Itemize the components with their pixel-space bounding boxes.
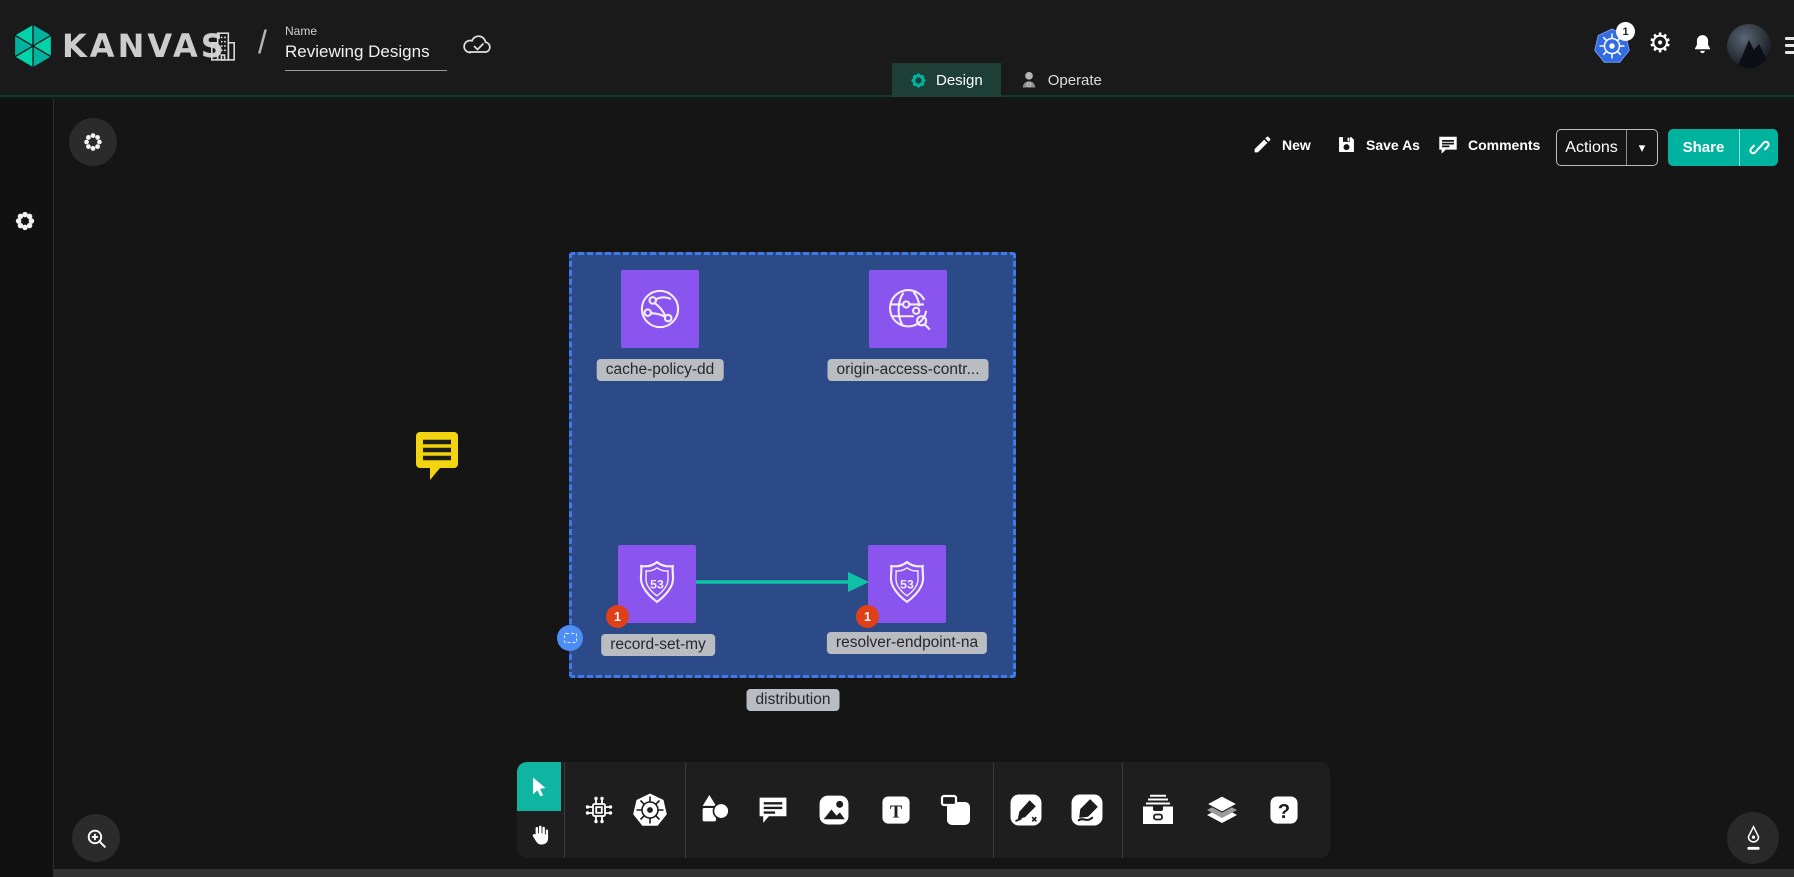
toolbar-divider xyxy=(1122,762,1123,858)
mode-tabs: Design Operate xyxy=(892,63,1120,97)
dashed-rect-icon xyxy=(564,633,577,643)
window-bottom-strip xyxy=(0,869,1794,877)
toolbar-divider xyxy=(993,762,994,858)
save-as-button[interactable]: Save As xyxy=(1336,134,1420,155)
node-label-cache-policy: cache-policy-dd xyxy=(597,359,724,381)
node-record-set-badge: 1 xyxy=(606,605,629,628)
node-label-resolver-endpoint: resolver-endpoint-na xyxy=(827,632,987,654)
edge-record-to-resolver[interactable] xyxy=(696,568,872,596)
comment-tool[interactable] xyxy=(757,794,790,827)
app-header: KANVAS / Name xyxy=(0,0,1794,97)
actions-label[interactable]: Actions xyxy=(1557,130,1626,165)
kubernetes-tool[interactable] xyxy=(632,792,668,828)
kanvas-logo-icon[interactable] xyxy=(12,22,54,70)
workspace-building-icon[interactable] xyxy=(210,30,236,62)
new-label: New xyxy=(1282,137,1311,153)
actions-caret-icon[interactable]: ▾ xyxy=(1627,130,1657,165)
shapes-tool[interactable] xyxy=(699,794,732,827)
operate-person-icon xyxy=(1019,70,1039,90)
menu-hamburger-icon[interactable] xyxy=(1785,37,1794,54)
user-avatar[interactable] xyxy=(1727,24,1771,68)
notifications-bell-icon[interactable] xyxy=(1691,33,1714,56)
new-button[interactable]: New xyxy=(1252,134,1311,155)
svg-text:T: T xyxy=(890,801,902,821)
node-label-origin-access-control: origin-access-contr... xyxy=(828,359,989,381)
design-name-input[interactable] xyxy=(285,40,447,71)
canvas-comment-marker[interactable] xyxy=(414,430,460,482)
kanvas-app: KANVAS / Name xyxy=(0,0,1794,877)
svg-text:?: ? xyxy=(1278,801,1290,823)
cloud-saved-icon xyxy=(462,32,494,58)
drawer-tool[interactable] xyxy=(1141,794,1175,826)
share-label[interactable]: Share xyxy=(1668,129,1739,166)
design-name-label: Name xyxy=(285,24,317,38)
zoom-in-button[interactable] xyxy=(72,814,120,862)
tab-operate-label: Operate xyxy=(1048,72,1102,89)
canvas-toolbar: T xyxy=(517,762,1330,858)
settings-gear-icon[interactable]: ⚙ xyxy=(1648,28,1672,59)
meshery-spiral-icon[interactable] xyxy=(14,210,36,232)
route53-shield-icon: 53 xyxy=(879,556,935,612)
toolbar-divider xyxy=(564,762,565,858)
share-split-button[interactable]: Share xyxy=(1668,129,1778,166)
text-tool[interactable]: T xyxy=(881,795,912,826)
tab-design[interactable]: Design xyxy=(892,63,1001,97)
copy-link-icon[interactable] xyxy=(1740,129,1778,166)
group-select-handle[interactable] xyxy=(557,625,583,651)
note-frame-tool[interactable] xyxy=(940,794,972,826)
comment-bubble-icon xyxy=(1437,134,1459,156)
node-origin-access-control[interactable] xyxy=(869,270,947,348)
cloudfront-cache-policy-icon xyxy=(631,280,689,338)
help-tool[interactable]: ? xyxy=(1269,795,1300,826)
hand-pan-icon xyxy=(527,823,551,847)
tab-design-label: Design xyxy=(936,72,983,89)
comments-button[interactable]: Comments xyxy=(1437,134,1540,156)
edge-pen-tool[interactable] xyxy=(1010,794,1043,827)
floppy-save-icon xyxy=(1336,134,1357,155)
cursor-arrow-icon xyxy=(527,775,551,799)
breadcrumb-separator: / xyxy=(258,24,267,61)
select-tool-active[interactable] xyxy=(517,762,561,811)
pencil-icon xyxy=(1252,134,1273,155)
pan-tool[interactable] xyxy=(517,811,561,858)
layers-tool[interactable] xyxy=(1205,793,1239,827)
components-tool[interactable] xyxy=(583,794,615,826)
svg-text:53: 53 xyxy=(900,577,914,591)
annotate-pen-button[interactable] xyxy=(1727,812,1779,864)
image-tool[interactable] xyxy=(818,794,851,827)
kanvas-logo-text[interactable]: KANVAS xyxy=(62,27,227,65)
left-sidebar-rail xyxy=(0,99,54,877)
context-count-badge: 1 xyxy=(1616,22,1635,41)
route53-shield-icon: 53 xyxy=(629,556,685,612)
design-flower-icon xyxy=(910,72,927,89)
toolbar-divider xyxy=(685,762,686,858)
comments-label: Comments xyxy=(1468,137,1540,153)
svg-text:53: 53 xyxy=(650,577,664,591)
node-resolver-endpoint-badge: 1 xyxy=(856,605,879,628)
actions-split-button[interactable]: Actions ▾ xyxy=(1556,129,1658,166)
node-resolver-endpoint[interactable]: 53 xyxy=(868,545,946,623)
node-label-record-set: record-set-my xyxy=(601,634,715,656)
node-cache-policy[interactable] xyxy=(621,270,699,348)
save-as-label: Save As xyxy=(1366,137,1420,153)
node-record-set[interactable]: 53 xyxy=(618,545,696,623)
tab-operate[interactable]: Operate xyxy=(1001,63,1120,97)
group-label-distribution: distribution xyxy=(747,689,840,711)
cloudfront-origin-access-icon xyxy=(879,280,937,338)
canvas-configure-button[interactable] xyxy=(69,118,117,166)
freehand-pencil-tool[interactable] xyxy=(1071,794,1104,827)
